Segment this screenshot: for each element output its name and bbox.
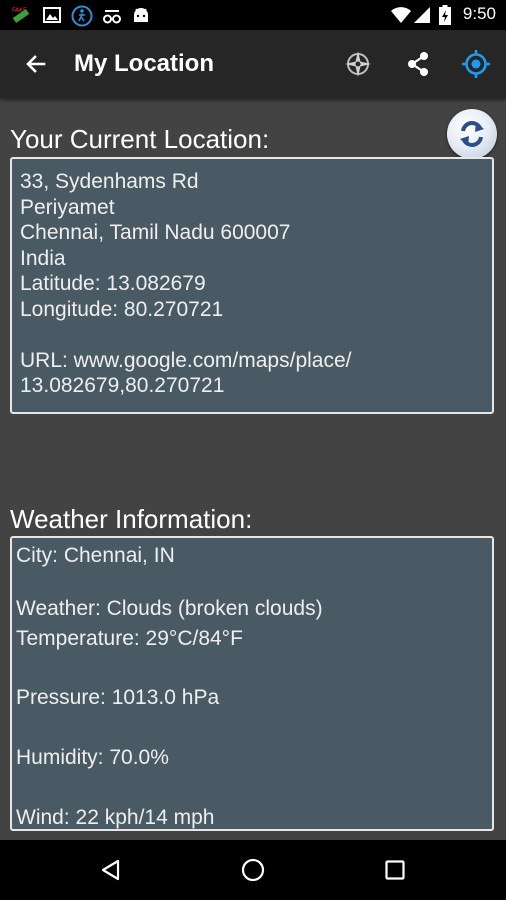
locate-icon xyxy=(462,50,490,78)
location-section-title: Your Current Location: xyxy=(10,124,270,154)
compass-icon xyxy=(345,51,371,77)
nav-home-button[interactable] xyxy=(213,840,293,900)
latitude-text: Latitude: 13.082679 xyxy=(20,272,206,295)
share-button[interactable] xyxy=(396,30,440,98)
address-country: India xyxy=(20,246,66,270)
circle-home-icon xyxy=(241,858,265,882)
battery-icon xyxy=(439,5,451,30)
wifi-icon xyxy=(390,6,412,29)
weather-wind: Wind: 22 kph/14 mph xyxy=(16,806,215,829)
app-notification-icon: FAKE xyxy=(10,5,32,32)
weather-humidity: Humidity: 70.0% xyxy=(16,746,169,769)
address-locality: Periyamet xyxy=(20,195,115,219)
nav-back-button[interactable] xyxy=(71,840,151,900)
triangle-back-icon xyxy=(101,859,120,881)
refresh-icon xyxy=(460,121,484,147)
weather-condition: Weather: Clouds (broken clouds) xyxy=(16,597,323,620)
map-url-coords: 13.082679,80.270721 xyxy=(20,374,225,397)
status-time: 9:50 xyxy=(462,4,496,23)
weather-info-box: City: Chennai, IN Weather: Clouds (broke… xyxy=(10,536,494,831)
page-title: My Location xyxy=(74,50,215,77)
weather-city: City: Chennai, IN xyxy=(16,544,175,567)
accessibility-icon xyxy=(71,5,93,32)
image-icon xyxy=(42,5,62,30)
nav-recents-button[interactable] xyxy=(355,840,435,900)
weather-temperature: Temperature: 29°C/84°F xyxy=(16,627,243,650)
square-recents-icon xyxy=(385,860,405,880)
weather-section-title: Weather Information: xyxy=(10,504,253,534)
address-city: Chennai, Tamil Nadu 600007 xyxy=(20,221,291,244)
refresh-button[interactable] xyxy=(447,109,497,159)
svg-text:FAKE: FAKE xyxy=(12,7,27,14)
status-bar: FAKE 9:50 xyxy=(0,0,506,30)
location-info-box: 33, Sydenhams Rd Periyamet Chennai, Tami… xyxy=(10,157,494,414)
signal-icon xyxy=(413,6,431,29)
app-toolbar: My Location xyxy=(0,30,506,98)
address-street: 33, Sydenhams Rd xyxy=(20,170,199,193)
android-icon xyxy=(131,5,151,30)
glasses-icon xyxy=(101,5,123,32)
navigation-bar xyxy=(0,840,506,900)
map-url-text: URL: www.google.com/maps/place/ xyxy=(20,348,352,372)
back-button[interactable] xyxy=(14,30,58,98)
locate-button[interactable] xyxy=(454,30,498,98)
compass-button[interactable] xyxy=(336,30,380,98)
back-arrow-icon xyxy=(26,55,46,73)
share-icon xyxy=(408,52,428,76)
weather-pressure: Pressure: 1013.0 hPa xyxy=(16,686,220,709)
longitude-text: Longitude: 80.270721 xyxy=(20,297,224,321)
